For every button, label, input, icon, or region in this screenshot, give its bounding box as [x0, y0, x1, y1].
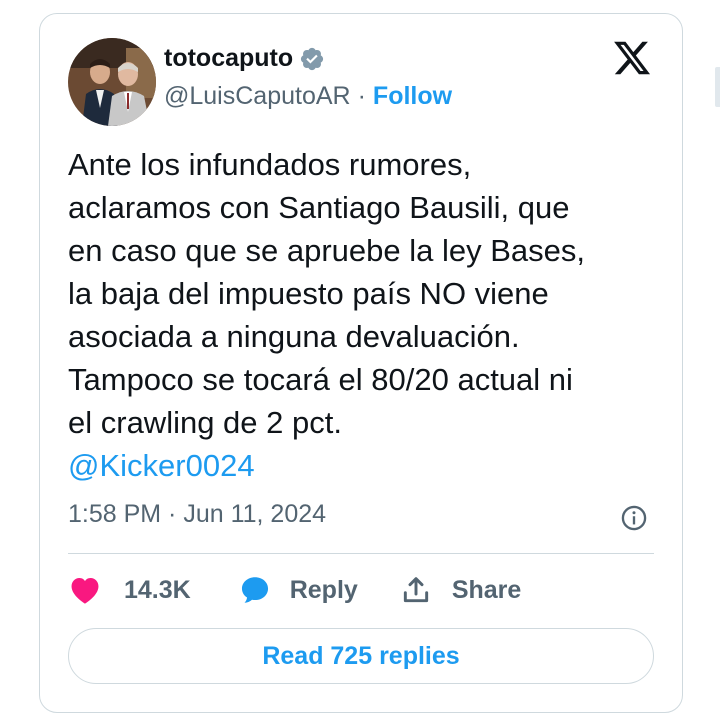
x-logo-icon[interactable] [612, 38, 652, 78]
share-label: Share [451, 575, 522, 604]
author-name-row[interactable]: totocaputo [164, 44, 325, 73]
tweet-line: la baja del impuesto país NO viene [68, 276, 549, 311]
info-icon[interactable] [620, 504, 648, 532]
tweet-line: el crawling de 2 pct. [68, 405, 342, 440]
divider [68, 553, 654, 554]
like-count: 14.3K [124, 575, 191, 604]
reply-button[interactable]: Reply [191, 573, 358, 607]
tweet-text: Ante los infundados rumores, aclaramos c… [68, 143, 668, 487]
follow-button[interactable]: Follow [373, 82, 452, 111]
scroll-edge [715, 67, 720, 107]
verified-badge-icon [301, 47, 324, 70]
tweet-line: Ante los infundados rumores, [68, 147, 472, 182]
read-replies-button[interactable]: Read 725 replies [68, 628, 654, 684]
tweet-line: asociada a ninguna devaluación. [68, 319, 520, 354]
avatar[interactable] [68, 38, 156, 126]
share-icon [403, 577, 428, 603]
mention-link[interactable]: @Kicker0024 [68, 444, 668, 487]
tweet-line: en caso que se apruebe la ley Bases, [68, 233, 586, 268]
share-button[interactable]: Share [358, 574, 521, 606]
reply-bubble-icon [241, 577, 268, 603]
handle-row: @LuisCaputoAR · Follow [164, 82, 452, 111]
action-bar: 14.3K Reply Share [68, 570, 521, 610]
reply-label: Reply [289, 575, 358, 604]
tweet-line: Tampoco se tocará el 80/20 actual ni [68, 362, 573, 397]
display-name[interactable]: totocaputo [164, 44, 293, 73]
timestamp[interactable]: 1:58 PM · Jun 11, 2024 [68, 500, 326, 529]
like-button[interactable]: 14.3K [68, 573, 191, 607]
tweet-line: aclaramos con Santiago Bausili, que [68, 190, 570, 225]
separator-dot: · [357, 82, 366, 110]
heart-icon [71, 577, 99, 604]
handle[interactable]: @LuisCaputoAR [164, 82, 351, 111]
